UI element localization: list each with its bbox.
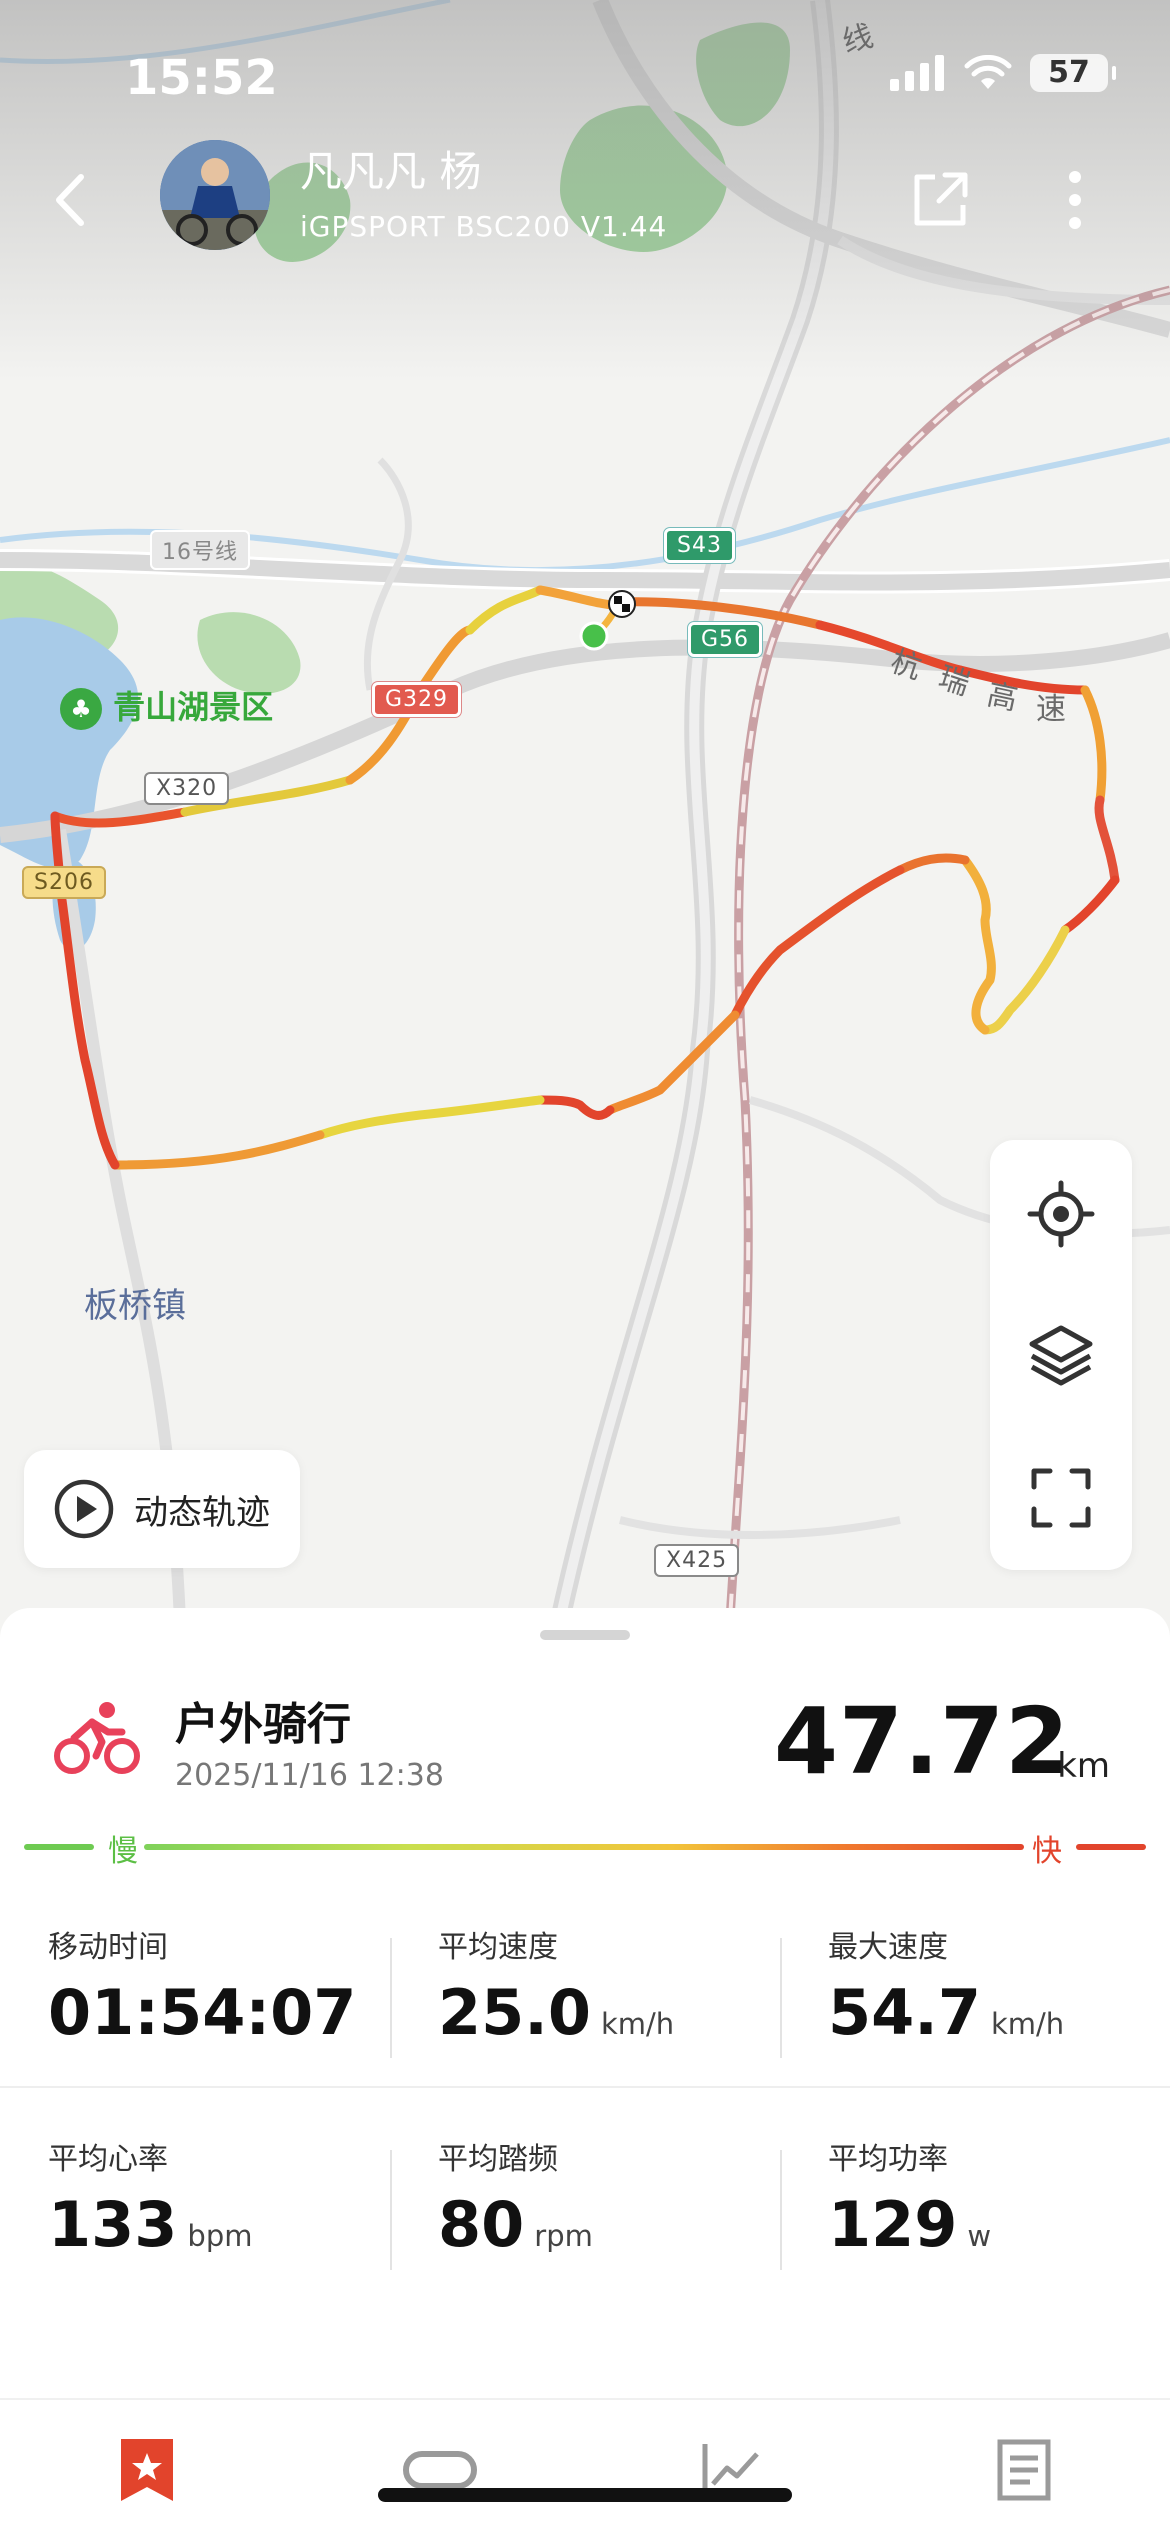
distance-unit: km <box>1057 1746 1110 1786</box>
stat-label: 平均功率 <box>828 2142 948 2177</box>
start-marker <box>579 621 609 651</box>
stats-row-1: 移动时间 01:54:07 平均速度 25.0 km/h 最大速度 54.7 km/… <box>0 1876 1170 2081</box>
road-sign-g56: G56 <box>688 622 763 657</box>
activity-datetime: 2025/11/16 12:38 <box>175 1758 444 1793</box>
status-icons: 57 <box>890 54 1116 92</box>
device-name: iGPSPORT BSC200 V1.44 <box>300 210 668 243</box>
stat-avg-cadence: 平均踏频 80 rpm <box>390 2088 780 2293</box>
legend-gradient-bar <box>144 1844 1024 1850</box>
stat-avg-speed: 平均速度 25.0 km/h <box>390 1876 780 2081</box>
lake-area-label: ♣ 青山湖景区 <box>60 682 273 730</box>
legend-slow-label: 慢 <box>108 1834 138 1869</box>
tab-details[interactable] <box>964 2430 1084 2510</box>
stat-avg-power: 平均功率 129 w <box>780 2088 1170 2293</box>
stat-value: 25.0 km/h <box>438 1976 675 2049</box>
map-layers-button[interactable] <box>1021 1315 1101 1395</box>
fullscreen-button[interactable] <box>1021 1458 1101 1538</box>
stat-unit: rpm <box>534 2219 593 2253</box>
avatar[interactable] <box>160 140 270 250</box>
road-sign-g329: G329 <box>372 682 462 717</box>
fullscreen-icon <box>1031 1468 1091 1528</box>
stat-value: 129 w <box>828 2188 992 2261</box>
more-vertical-icon <box>1069 171 1081 229</box>
stat-label: 平均心率 <box>48 2142 168 2177</box>
stat-value: 54.7 km/h <box>828 1976 1065 2049</box>
stat-value: 01:54:07 <box>48 1976 357 2049</box>
stat-label: 最大速度 <box>828 1930 948 1965</box>
pin-icon: ♣ <box>60 688 102 730</box>
status-time: 15:52 <box>125 50 278 106</box>
share-button[interactable] <box>905 165 975 235</box>
road-sign-line16: 16号线 <box>150 530 250 570</box>
road-sign-s43: S43 <box>664 528 735 563</box>
stat-label: 移动时间 <box>48 1930 168 1965</box>
stat-max-speed: 最大速度 54.7 km/h <box>780 1876 1170 2081</box>
dynamic-track-label: 动态轨迹 <box>134 1492 270 1533</box>
more-options-button[interactable] <box>1055 165 1095 235</box>
stat-moving-time: 移动时间 01:54:07 <box>0 1876 390 2081</box>
road-sign-s206: S206 <box>22 866 106 899</box>
locate-button[interactable] <box>1021 1174 1101 1254</box>
user-name: 凡凡凡 杨 <box>300 147 482 196</box>
document-icon <box>997 2439 1051 2501</box>
play-icon <box>54 1479 114 1539</box>
legend-fast-label: 快 <box>1032 1834 1062 1869</box>
back-button[interactable] <box>40 165 100 235</box>
layers-icon <box>1029 1325 1093 1386</box>
stat-unit: bpm <box>187 2219 253 2253</box>
tab-highlights[interactable] <box>87 2430 207 2510</box>
lap-loop-icon <box>403 2451 477 2489</box>
finish-flag-icon <box>608 590 636 618</box>
road-sign-x320: X320 <box>144 772 230 805</box>
town-label: 板桥镇 <box>84 1286 186 1326</box>
stat-unit: km/h <box>600 2007 675 2041</box>
road-sign-x425: X425 <box>654 1544 740 1577</box>
sheet-handle[interactable] <box>540 1630 630 1640</box>
activity-sheet: 户外骑行 2025/11/16 12:38 47.72 km 慢 快 移动时间 … <box>0 1608 1170 2532</box>
wifi-icon <box>964 55 1012 89</box>
header: 凡凡凡 杨 iGPSPORT BSC200 V1.44 <box>0 140 1170 260</box>
map-controls <box>990 1140 1132 1570</box>
share-icon <box>914 172 968 226</box>
cellular-signal-icon <box>890 55 944 91</box>
stat-avg-heart-rate: 平均心率 133 bpm <box>0 2088 390 2293</box>
crosshair-icon <box>1027 1180 1095 1248</box>
legend-fast-line <box>1076 1844 1146 1850</box>
distance-value: 47.72 <box>773 1688 1070 1795</box>
stat-label: 平均踏频 <box>438 2142 558 2177</box>
stat-label: 平均速度 <box>438 1930 558 1965</box>
chevron-left-icon <box>56 174 84 226</box>
cycling-icon <box>52 1698 142 1778</box>
stat-unit: km/h <box>990 2007 1065 2041</box>
legend-slow-line <box>24 1844 94 1850</box>
stat-unit: w <box>967 2219 992 2253</box>
home-indicator <box>378 2488 792 2502</box>
avatar-image <box>160 140 270 250</box>
stat-value: 80 rpm <box>438 2188 593 2261</box>
stat-value: 133 bpm <box>48 2188 253 2261</box>
speed-legend: 慢 快 <box>24 1818 1146 1869</box>
battery-icon: 57 <box>1030 54 1116 92</box>
expressway-char-4: 速 <box>1036 692 1066 727</box>
stats-row-2: 平均心率 133 bpm 平均踏频 80 rpm 平均功率 129 w <box>0 2086 1170 2293</box>
star-bookmark-icon <box>121 2439 173 2501</box>
activity-type: 户外骑行 <box>175 1699 351 1750</box>
dynamic-track-button[interactable]: 动态轨迹 <box>24 1450 300 1568</box>
